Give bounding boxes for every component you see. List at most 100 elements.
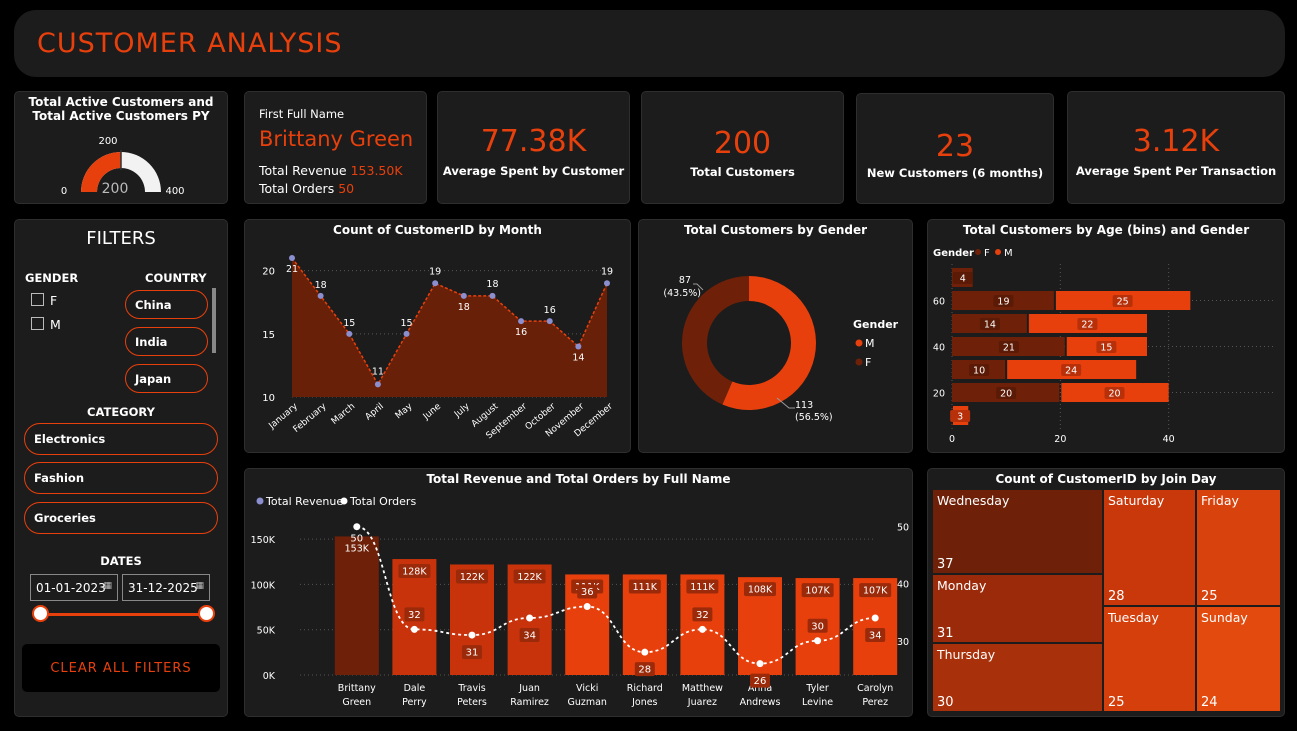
gauge-card[interactable]: Total Active Customers and Total Active … xyxy=(14,91,228,204)
kpi-card-total-customers[interactable]: 200 Total Customers xyxy=(641,91,844,204)
orders-label: 30 xyxy=(811,621,824,632)
data-point xyxy=(432,280,439,287)
x-tick-label: 20 xyxy=(1054,434,1066,445)
treemap-cell[interactable]: Sunday 24 xyxy=(1197,607,1280,711)
first-full-name-card[interactable]: First Full Name Brittany Green Total Rev… xyxy=(244,91,427,204)
legend-label: Total Revenue xyxy=(265,495,343,508)
data-point xyxy=(489,292,496,299)
category-option-groceries[interactable]: Groceries xyxy=(24,502,218,534)
y-tick-label: 40 xyxy=(933,343,945,354)
y-tick-label-right: 30 xyxy=(897,637,909,648)
bar-label: 22 xyxy=(1081,320,1093,331)
data-point xyxy=(518,318,525,325)
bar-label: 111K xyxy=(633,582,658,593)
data-point xyxy=(374,381,381,388)
kpi-label: New Customers (6 months) xyxy=(866,166,1044,180)
revenue-orders-card[interactable]: Total Revenue and Total Orders by Full N… xyxy=(244,468,913,717)
bar-label: 21 xyxy=(1003,343,1015,354)
bar-label: 108K xyxy=(748,585,773,596)
bar-label: 122K xyxy=(460,572,485,583)
area-fill xyxy=(292,258,607,397)
x-tick-label: Peters xyxy=(457,697,487,708)
bar-label: 3 xyxy=(957,412,963,423)
date-range-start-handle[interactable] xyxy=(32,605,49,622)
x-tick-label: Tyler xyxy=(805,683,828,694)
treemap-cell-value: 28 xyxy=(1108,589,1125,604)
y-tick-label-left: 100K xyxy=(251,580,276,591)
bar-label: 4 xyxy=(960,274,966,285)
data-point xyxy=(346,330,353,337)
treemap-cell-value: 37 xyxy=(937,557,954,572)
kpi-card-avg-spent-customer[interactable]: 77.38K Average Spent by Customer xyxy=(437,91,630,204)
data-label: 18 xyxy=(486,279,498,290)
orders-point xyxy=(410,625,418,633)
gauge-value-label: 200 xyxy=(102,181,129,197)
orders-label: 28 xyxy=(638,665,651,676)
data-point xyxy=(317,292,324,299)
bar-label: 19 xyxy=(997,297,1009,308)
page-title: CUSTOMER ANALYSIS xyxy=(37,28,343,59)
treemap-cell[interactable]: Wednesday 37 xyxy=(933,490,1102,573)
kpi-card-avg-spent-transaction[interactable]: 3.12K Average Spent Per Transaction xyxy=(1067,91,1285,204)
country-option-japan[interactable]: Japan xyxy=(125,364,208,393)
gender-checkbox-f[interactable] xyxy=(31,293,44,306)
legend-marker xyxy=(855,339,863,347)
kpi-value: 200 xyxy=(713,126,772,161)
gauge-chart: 200 200 0 400 xyxy=(61,136,185,197)
kpi-card-new-customers[interactable]: 23 New Customers (6 months) xyxy=(856,93,1054,204)
x-tick-label: Ramirez xyxy=(510,697,549,708)
month-chart-card[interactable]: Count of CustomerID by Month 10 15 20 21 18 1… xyxy=(244,219,631,453)
country-option-china[interactable]: China xyxy=(125,290,208,319)
date-range-end-handle[interactable] xyxy=(198,605,215,622)
gender-chart-card[interactable]: Total Customers by Gender 113 (56.5%) 87 (4… xyxy=(638,219,913,453)
date-from-input[interactable]: 01-01-2023 ▦ xyxy=(30,574,118,601)
kpi-label: Average Spent by Customer xyxy=(442,164,625,178)
category-option-electronics[interactable]: Electronics xyxy=(24,423,218,455)
treemap-cell[interactable]: Thursday 30 xyxy=(933,644,1102,711)
x-tick-label: 40 xyxy=(1163,434,1175,445)
legend-marker xyxy=(256,497,264,505)
bar-label: 128K xyxy=(402,567,427,578)
bar-label: 25 xyxy=(1117,297,1129,308)
data-label: 18 xyxy=(458,302,470,313)
treemap-cell-value: 25 xyxy=(1108,695,1125,710)
data-label: 16 xyxy=(544,305,556,316)
x-tick-label: 0 xyxy=(949,434,955,445)
x-tick-label: Green xyxy=(342,697,371,708)
treemap-cell[interactable]: Saturday 28 xyxy=(1104,490,1195,605)
treemap-cell-value: 24 xyxy=(1201,695,1218,710)
bar-label: 107K xyxy=(805,586,830,597)
treemap-cell[interactable]: Monday 31 xyxy=(933,575,1102,642)
data-label: 15 xyxy=(343,318,355,329)
dates-filter-label: DATES xyxy=(100,554,142,568)
date-to-input[interactable]: 31-12-2025 ▦ xyxy=(122,574,210,601)
gender-filter-label: GENDER xyxy=(25,271,79,285)
treemap-cell-label: Saturday xyxy=(1108,493,1165,508)
orders-point xyxy=(641,648,649,656)
orders-label: 26 xyxy=(754,676,767,687)
country-option-india[interactable]: India xyxy=(125,327,208,356)
gender-donut-chart: 113(56.5%) 87 (43.5%) Gender MF xyxy=(663,275,898,423)
x-tick-label: Richard xyxy=(627,683,663,694)
join-day-card[interactable]: Count of CustomerID by Join Day Wednesda… xyxy=(927,468,1285,717)
data-label: 21 xyxy=(286,264,298,275)
country-scrollbar[interactable] xyxy=(212,288,216,353)
gender-checkbox-m[interactable] xyxy=(31,317,44,330)
data-point xyxy=(604,280,610,287)
data-point xyxy=(575,343,582,350)
bar-label: 10 xyxy=(973,366,985,377)
category-option-fashion[interactable]: Fashion xyxy=(24,462,218,494)
age-chart-card[interactable]: Total Customers by Age (bins) and Gender… xyxy=(927,219,1285,453)
x-tick-label: Andrews xyxy=(740,697,781,708)
orders-label: 31 xyxy=(466,648,479,659)
clear-all-filters-button[interactable]: CLEAR ALL FILTERS xyxy=(22,644,220,692)
revenue-orders-combo-chart: Total Revenue Total Orders 0K 50K 100K 150K 30… xyxy=(251,495,909,708)
date-to-value: 31-12-2025 xyxy=(128,580,198,595)
treemap-cell[interactable]: Tuesday 25 xyxy=(1104,607,1195,711)
x-tick-label: April xyxy=(364,402,386,423)
treemap-cell[interactable]: Friday 25 xyxy=(1197,490,1280,605)
x-tick-label: Jones xyxy=(631,697,657,708)
first-full-name-value: Brittany Green xyxy=(259,127,414,151)
orders-point xyxy=(526,614,534,622)
x-tick-label: March xyxy=(330,402,357,427)
